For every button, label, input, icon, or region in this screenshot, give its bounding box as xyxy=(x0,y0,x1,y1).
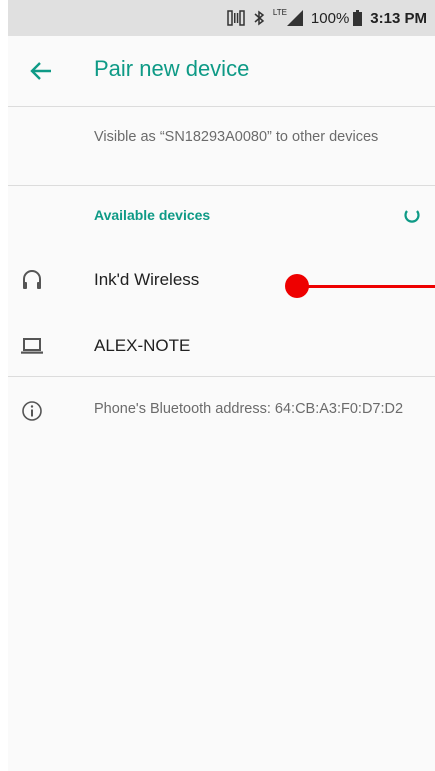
page-title: Pair new device xyxy=(94,56,250,81)
back-arrow-icon[interactable] xyxy=(28,58,54,84)
divider xyxy=(8,376,435,377)
headphones-icon xyxy=(20,268,44,292)
device-item-alex-note[interactable]: ALEX-NOTE xyxy=(8,316,435,376)
screen: LTE 100% 3:13 PM Pair new device Visible… xyxy=(8,0,435,771)
app-bar: Pair new device xyxy=(8,36,435,107)
annotation-pointer-dot xyxy=(285,274,309,298)
divider xyxy=(8,185,435,186)
visible-as-text: Visible as “SN18293A0080” to other devic… xyxy=(94,129,379,145)
status-bar: LTE 100% 3:13 PM xyxy=(8,0,435,36)
status-time: 3:13 PM xyxy=(370,9,427,27)
available-devices-header: Available devices xyxy=(94,207,211,223)
signal-icon: LTE xyxy=(272,7,303,26)
battery-icon xyxy=(353,10,363,26)
device-item-inkd-wireless[interactable]: Ink'd Wireless xyxy=(8,250,435,310)
laptop-icon xyxy=(20,334,44,358)
bluetooth-icon xyxy=(253,10,265,26)
scanner-icon xyxy=(227,10,245,26)
device-name: Ink'd Wireless xyxy=(94,270,200,289)
bluetooth-address-text: Phone's Bluetooth address: 64:CB:A3:F0:D… xyxy=(94,401,404,417)
loading-spinner-icon xyxy=(403,206,421,224)
annotation-pointer-line xyxy=(300,285,435,288)
battery-percent: 100% xyxy=(310,9,350,27)
signal-label: LTE xyxy=(272,7,287,17)
info-icon xyxy=(21,400,43,422)
device-name: ALEX-NOTE xyxy=(94,336,191,355)
